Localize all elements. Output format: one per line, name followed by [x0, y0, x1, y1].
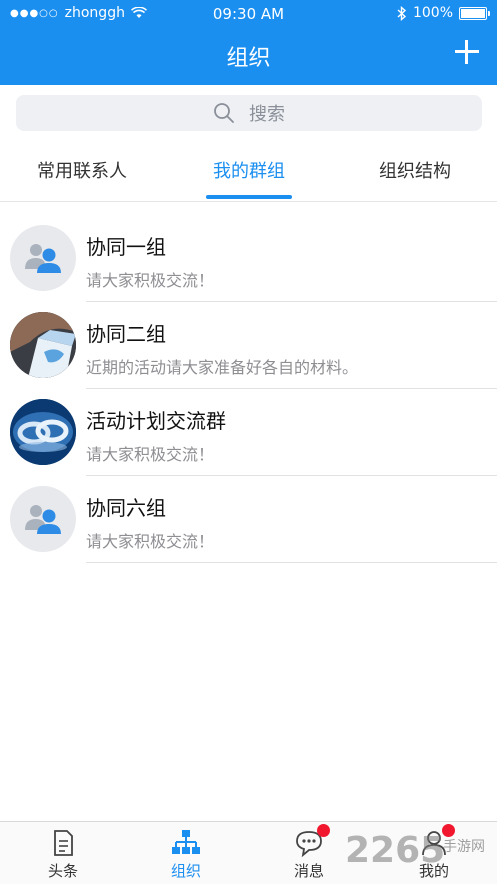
tabbar-label: 头条: [47, 862, 78, 880]
divider: [86, 562, 497, 563]
group-list: 协同一组 请大家积极交流！ 协同二组 近期的活动请大家准备好各自的材料。 活动计…: [0, 215, 497, 563]
status-bar: ●●●○○ zhonggh 09:30 AM 100%: [0, 0, 497, 28]
list-item[interactable]: 协同六组 请大家积极交流！: [0, 476, 497, 563]
group-message: 请大家积极交流！: [86, 532, 215, 551]
search-input[interactable]: 搜索: [16, 95, 482, 131]
group-name: 协同二组: [86, 322, 166, 346]
search-placeholder: 搜索: [249, 104, 285, 125]
tab-frequent-contacts[interactable]: 常用联系人: [2, 157, 162, 183]
people-icon: [25, 244, 61, 273]
watermark-subtext: 手游网: [443, 839, 485, 855]
unread-badge: [317, 824, 330, 837]
org-chart-icon: [172, 830, 200, 854]
app-header: ●●●○○ zhonggh 09:30 AM 100% 组织: [0, 0, 497, 85]
group-photo: [10, 399, 76, 465]
list-item[interactable]: 活动计划交流群 请大家积极交流！: [0, 389, 497, 476]
people-icon: [25, 505, 61, 534]
group-avatar: [10, 312, 76, 378]
document-icon: [54, 830, 73, 856]
battery-area: 100%: [397, 5, 490, 21]
tab-org-structure[interactable]: 组织结构: [335, 157, 495, 183]
tabbar-item-headlines[interactable]: 头条: [18, 828, 108, 881]
group-avatar: [10, 225, 76, 291]
add-button[interactable]: [453, 38, 481, 66]
page-title: 组织: [226, 46, 271, 71]
tabbar-label: 消息: [293, 862, 324, 880]
group-name: 协同六组: [86, 496, 166, 520]
chat-icon-wrap: [294, 824, 330, 858]
watermark-logo: 2265 手游网: [335, 828, 495, 878]
group-photo: [10, 312, 76, 378]
group-avatar: [10, 399, 76, 465]
tab-my-groups[interactable]: 我的群组: [169, 157, 329, 183]
active-tab-indicator: [206, 195, 292, 199]
tabbar-item-organization[interactable]: 组织: [141, 828, 231, 881]
battery-percent: 100%: [412, 5, 453, 21]
search-icon: [214, 103, 234, 123]
tabbar-label: 组织: [170, 862, 201, 880]
watermark-number: 2265: [345, 830, 446, 871]
list-item[interactable]: 协同二组 近期的活动请大家准备好各自的材料。: [0, 302, 497, 389]
group-message: 请大家积极交流！: [86, 271, 215, 290]
battery-icon: [459, 6, 490, 20]
group-message: 近期的活动请大家准备好各自的材料。: [86, 358, 359, 377]
group-message: 请大家积极交流！: [86, 445, 215, 464]
tab-bar: 常用联系人 我的群组 组织结构: [0, 143, 497, 202]
list-item[interactable]: 协同一组 请大家积极交流！: [0, 215, 497, 302]
bluetooth-icon: [397, 5, 407, 21]
group-avatar: [10, 486, 76, 552]
group-name: 活动计划交流群: [86, 409, 226, 433]
group-name: 协同一组: [86, 235, 166, 259]
